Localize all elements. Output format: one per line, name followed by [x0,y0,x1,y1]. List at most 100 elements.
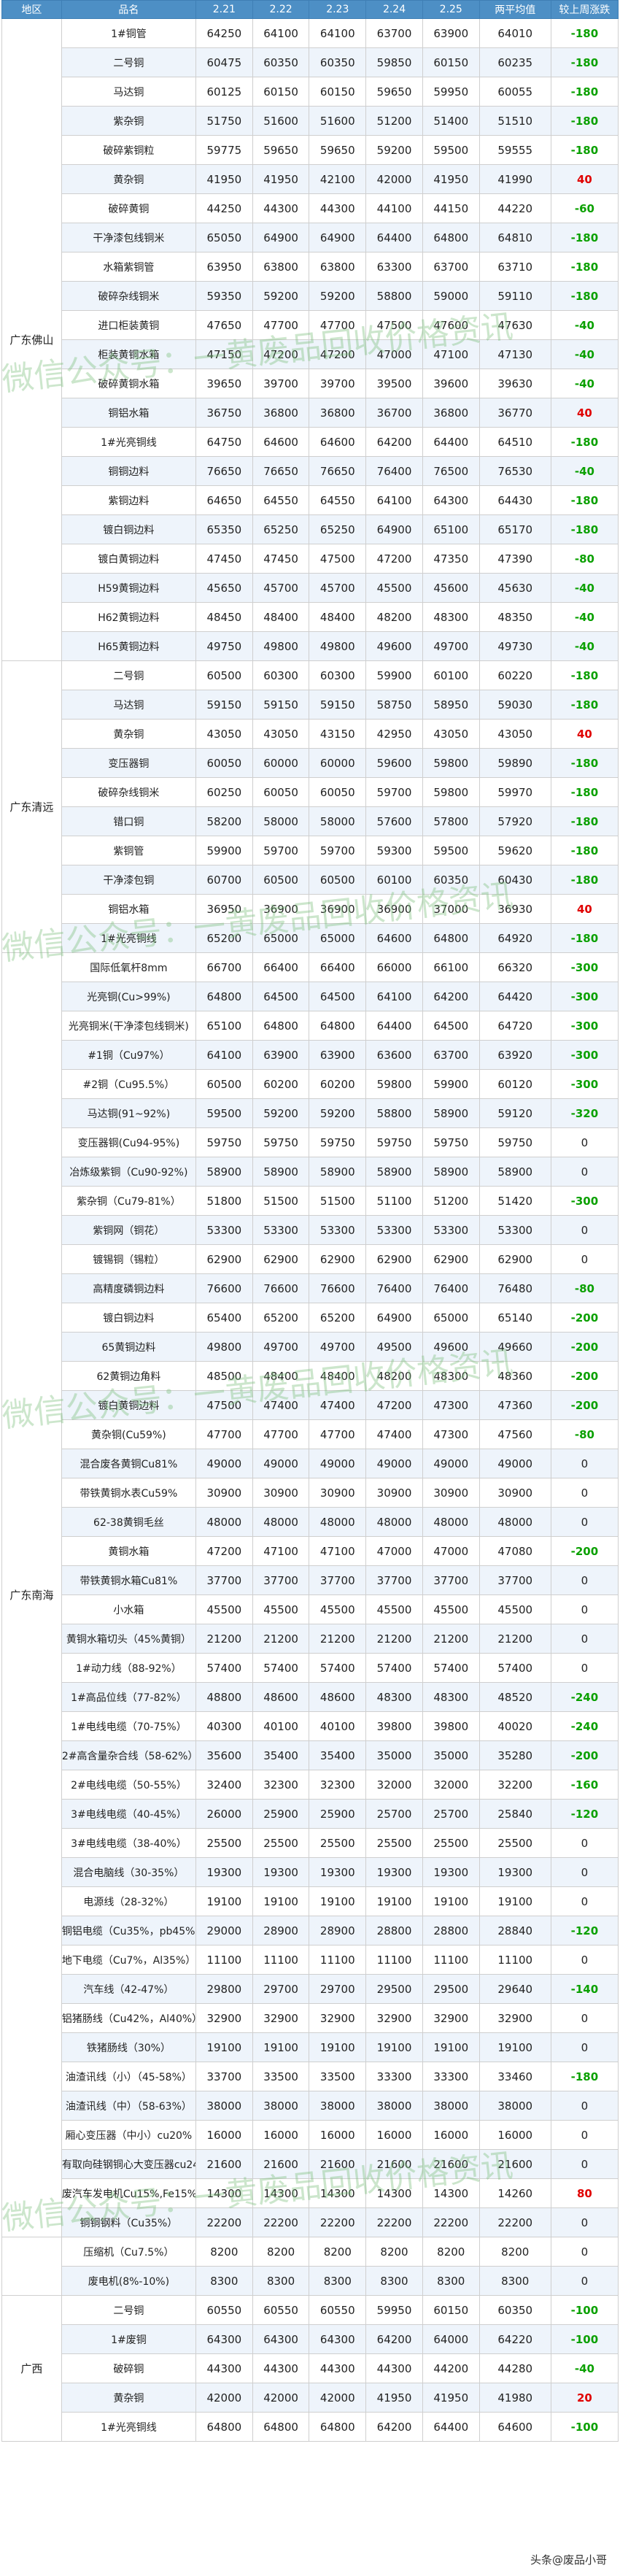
average-cell: 47130 [478,339,551,369]
price-cell: 47700 [309,1419,367,1449]
table-row: 3#电线电缆（40-45%） 26000 25900 25900 25700 25700 2… [2,1799,619,1829]
price-cell: 59200 [252,1098,310,1128]
price-cell: 42000 [365,164,423,194]
change-cell: -300 [550,952,619,982]
price-cell: 33500 [252,2062,310,2091]
change-cell: -80 [550,1419,619,1449]
change-cell: -40 [550,602,619,632]
price-cell: 62900 [422,1244,480,1274]
price-cell: 29500 [422,1974,480,2004]
price-cell: 64200 [365,2324,423,2354]
table-row: 黄杂铜(Cu59%) 47700 47700 47700 47400 47300 47560… [2,1419,619,1449]
product-name-cell: 压缩机（Cu7.5%） [61,2237,196,2267]
table-row: 黄杂铜 42000 42000 42000 41950 41950 41980 20 [2,2383,619,2413]
price-cell: 16000 [252,2120,310,2150]
price-cell: 49700 [422,631,480,661]
price-cell: 51400 [422,106,480,136]
price-cell: 51750 [195,106,253,136]
table-row: 水箱紫铜管 63950 63800 63800 63300 63700 63710 -180 [2,252,619,282]
table-row: 广东佛山 1#铜管 64250 64100 64100 63700 63900 64010 -1… [1,18,619,661]
price-table-body: 广东佛山 1#铜管 64250 64100 64100 63700 63900 64010 -1… [1,18,619,2442]
price-cell: 59900 [195,836,253,865]
price-cell: 51800 [195,1186,253,1216]
table-row: 紫杂铜（Cu79-81%） 51800 51500 51500 51100 51200 51… [2,1186,619,1216]
change-cell: -100 [550,2295,619,2325]
price-cell: 36950 [195,894,253,924]
price-cell: 59600 [365,748,423,778]
price-cell: 60475 [195,47,253,77]
price-cell: 58900 [195,1157,253,1187]
price-cell: 58800 [365,1098,423,1128]
product-name-cell: 带铁黄铜水表Cu59% [61,1478,196,1508]
change-cell: -320 [550,1098,619,1128]
price-cell: 58750 [365,690,423,720]
average-cell: 59110 [478,281,551,311]
change-cell: 0 [550,1828,619,1858]
price-cell: 48300 [422,1682,480,1712]
price-cell: 62900 [195,1244,253,1274]
price-cell: 59850 [365,47,423,77]
product-name-cell: 65黄铜边料 [61,1332,196,1362]
change-cell: -40 [550,339,619,369]
price-cell: 39650 [195,369,253,398]
price-cell: 53300 [365,1215,423,1245]
price-cell: 44300 [365,2353,423,2383]
change-cell: -180 [550,748,619,778]
table-row: H65黄铜边料 49750 49800 49800 49600 49700 49730 -40 [2,631,619,661]
price-cell: 29000 [195,1916,253,1946]
average-cell: 37700 [478,1565,551,1595]
change-cell: -180 [550,660,619,690]
price-cell: 66000 [365,952,423,982]
price-cell: 22200 [422,2207,480,2237]
product-name-cell: 油渣讯线（小）（45-58%） [61,2062,196,2091]
change-cell: 0 [550,2149,619,2179]
product-name-cell: 黄杂铜(Cu59%) [61,1419,196,1449]
table-row: 1#光亮铜线 65200 65000 65000 64600 64800 64920 -180 [2,923,619,953]
price-cell: 63900 [422,18,480,48]
table-row: 混合电脑线（30-35%） 19300 19300 19300 19300 19300 19… [2,1857,619,1887]
product-name-cell: 干净漆包线铜米 [61,223,196,252]
product-name-cell: 变压器铜 [61,748,196,778]
change-cell: -140 [550,1974,619,2004]
product-name-cell: 破碎杂线铜米 [61,777,196,807]
table-row: 紫杂铜 51750 51600 51600 51200 51400 51510 -180 [2,106,619,136]
region-cell: 广东清远 [1,660,62,953]
change-cell: -200 [550,1332,619,1362]
price-cell: 47200 [365,544,423,574]
price-cell: 11100 [422,1945,480,1975]
price-cell: 63800 [309,252,367,282]
change-cell: -180 [550,923,619,953]
product-name-cell: 62黄铜边角料 [61,1361,196,1391]
price-cell: 63900 [309,1040,367,1070]
product-name-cell: 破碎铜 [61,2353,196,2383]
price-cell: 16000 [195,2120,253,2150]
average-cell: 64510 [478,427,551,457]
price-cell: 60125 [195,77,253,107]
product-name-cell: 3#电线电缆（38-40%） [61,1828,196,1858]
average-cell: 44280 [478,2353,551,2383]
price-cell: 19300 [195,1857,253,1887]
product-name-cell: 二号铜 [61,47,196,77]
price-cell: 42100 [309,164,367,194]
col-header-product: 品名 [61,0,196,19]
price-cell: 41950 [422,2383,480,2413]
price-cell: 38000 [309,2091,367,2121]
price-cell: 57400 [309,1653,367,1683]
price-cell: 21600 [309,2149,367,2179]
change-cell: 0 [550,2120,619,2150]
average-cell: 60220 [478,660,551,690]
change-cell: -160 [550,1770,619,1800]
price-cell: 39600 [422,369,480,398]
price-cell: 64800 [422,923,480,953]
change-cell: -180 [550,485,619,515]
product-name-cell: 紫铜边料 [61,485,196,515]
average-cell: 25840 [478,1799,551,1829]
change-cell: 0 [550,1653,619,1683]
product-name-cell: 1#废铜 [61,2324,196,2354]
change-cell: 0 [550,1624,619,1654]
table-row: 1#废铜 64300 64300 64300 64200 64000 64220 -100 [2,2324,619,2354]
price-cell: 60500 [195,1069,253,1099]
change-cell: -40 [550,310,619,340]
average-cell: 62900 [478,1244,551,1274]
change-cell: -180 [550,427,619,457]
